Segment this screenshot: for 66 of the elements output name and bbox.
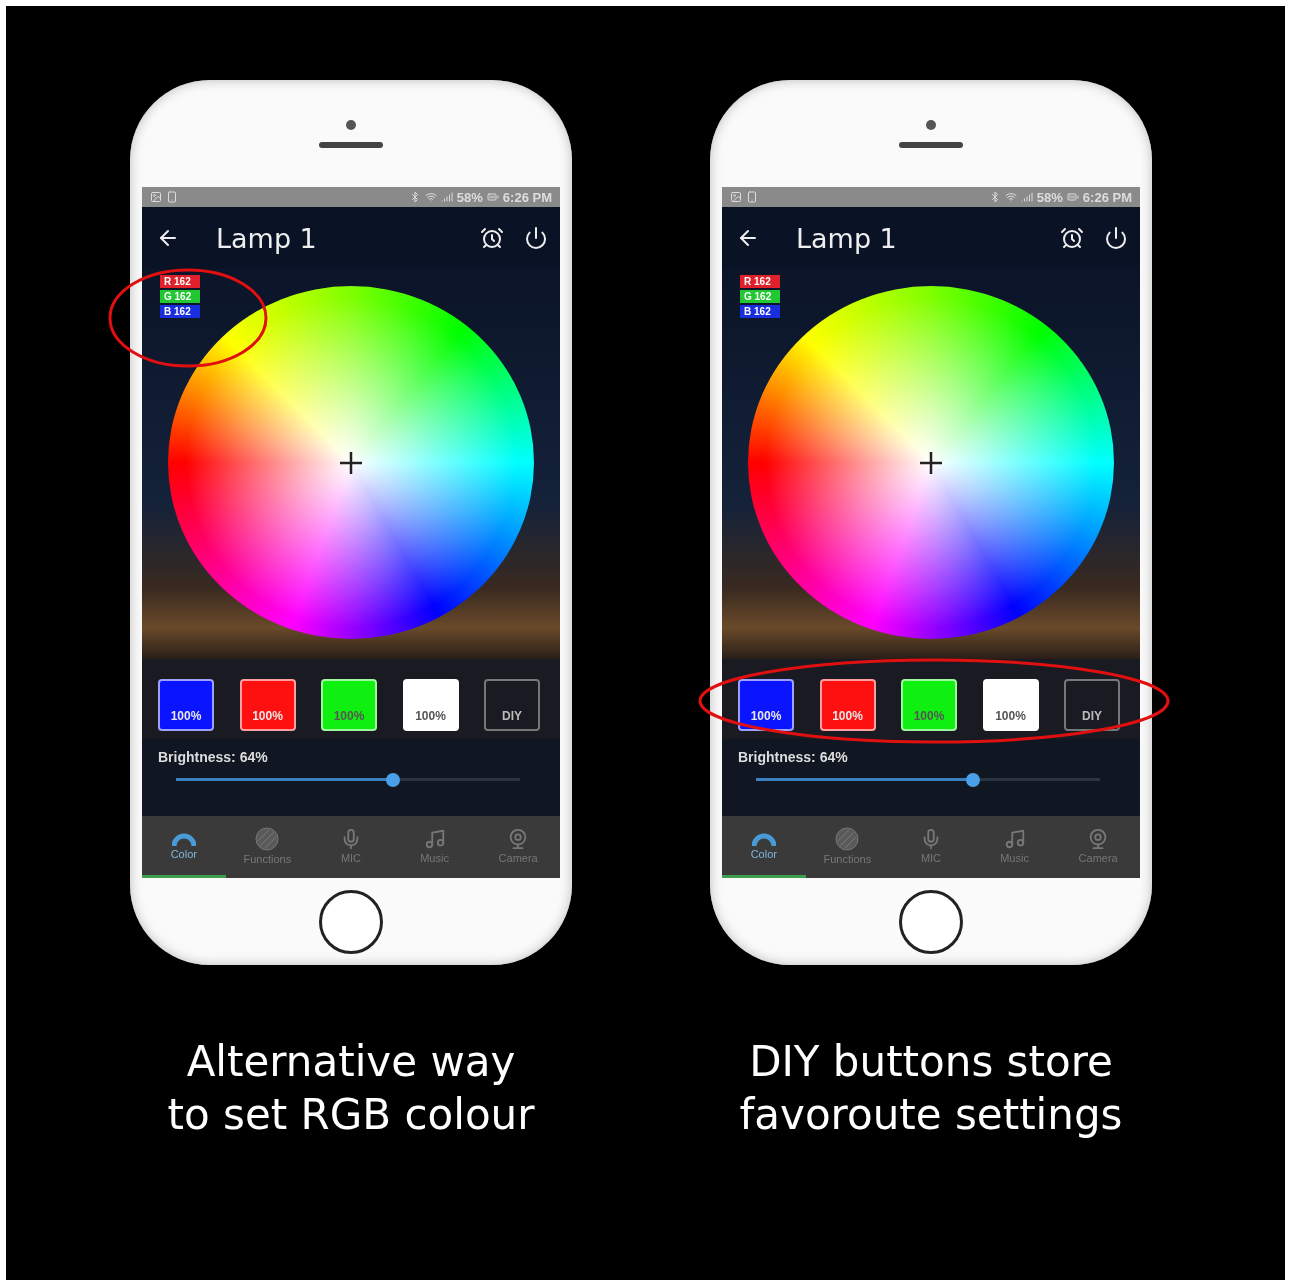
power-icon[interactable] xyxy=(1104,226,1128,250)
rgb-value: R 162 xyxy=(160,275,200,288)
phone-icon xyxy=(746,191,758,203)
clock-time: 6:26 PM xyxy=(502,189,552,205)
nav-tab[interactable]: Functions xyxy=(225,816,310,878)
lamp-title: Lamp 1 xyxy=(796,222,898,254)
battery-icon xyxy=(1066,191,1079,203)
arc-icon xyxy=(751,831,776,846)
brightness-label: Brightness: 64% xyxy=(738,749,849,765)
slider-thumb[interactable] xyxy=(385,773,400,787)
rgb-value: G 162 xyxy=(740,290,780,303)
brightness-label: Brightness: 64% xyxy=(158,749,269,765)
slider-thumb[interactable] xyxy=(965,773,980,787)
nav-tab[interactable]: MIC xyxy=(889,816,973,878)
camera-dot xyxy=(346,119,356,130)
color-preset-button[interactable]: 100% xyxy=(402,679,459,731)
nav-tab[interactable]: MIC xyxy=(309,816,393,878)
battery-icon xyxy=(486,191,499,203)
nav-tab[interactable]: Camera xyxy=(476,816,560,878)
battery-level: 58% xyxy=(1036,189,1063,205)
color-preset-button[interactable]: 100% xyxy=(901,679,957,731)
caption-text: to set RGB colour xyxy=(167,1090,535,1139)
crosshair-icon xyxy=(919,450,943,475)
music-note-icon xyxy=(423,827,446,850)
lamp-title: Lamp 1 xyxy=(216,222,318,254)
color-preset-button[interactable]: 100% xyxy=(321,679,377,731)
camera-dot xyxy=(926,119,936,130)
crosshair-icon xyxy=(339,450,363,475)
nav-tab[interactable]: Music xyxy=(972,816,1057,878)
alarm-clock-icon[interactable] xyxy=(480,226,504,250)
caption-text: favoroute settings xyxy=(739,1090,1123,1139)
speaker-grille xyxy=(319,141,383,148)
striped-circle-icon xyxy=(835,826,860,851)
phone-icon xyxy=(166,191,178,203)
home-button[interactable] xyxy=(319,890,383,954)
color-preset-button[interactable]: 100% xyxy=(982,679,1039,731)
wifi-icon xyxy=(424,191,437,203)
arc-icon xyxy=(171,831,196,846)
battery-level: 58% xyxy=(456,189,483,205)
caption-text: Alternative way xyxy=(186,1037,516,1086)
music-note-icon xyxy=(1003,827,1026,850)
nav-tab[interactable]: Color xyxy=(722,816,806,878)
nav-tab[interactable]: Camera xyxy=(1056,816,1140,878)
nav-tab[interactable]: Music xyxy=(392,816,477,878)
color-preset-button[interactable]: 100% xyxy=(239,679,296,731)
alarm-clock-icon[interactable] xyxy=(1060,226,1084,250)
rgb-value: R 162 xyxy=(740,275,780,288)
nav-tab[interactable]: Functions xyxy=(805,816,890,878)
speaker-grille xyxy=(899,141,963,148)
nav-tab[interactable]: Color xyxy=(142,816,226,878)
rgb-value: G 162 xyxy=(160,290,200,303)
image-icon xyxy=(730,191,742,203)
image-icon xyxy=(150,191,162,203)
power-icon[interactable] xyxy=(524,226,548,250)
rgb-value: B 162 xyxy=(160,305,200,318)
rgb-value: B 162 xyxy=(740,305,780,318)
caption-text: DIY buttons store xyxy=(749,1037,1113,1086)
diy-button[interactable]: DIY xyxy=(484,679,540,731)
wifi-icon xyxy=(1004,191,1017,203)
diy-button[interactable]: DIY xyxy=(1064,679,1120,731)
color-preset-button[interactable]: 100% xyxy=(819,679,876,731)
clock-time: 6:26 PM xyxy=(1082,189,1132,205)
home-button[interactable] xyxy=(899,890,963,954)
color-preset-button[interactable]: 100% xyxy=(738,679,794,731)
striped-circle-icon xyxy=(255,826,280,851)
color-preset-button[interactable]: 100% xyxy=(158,679,214,731)
